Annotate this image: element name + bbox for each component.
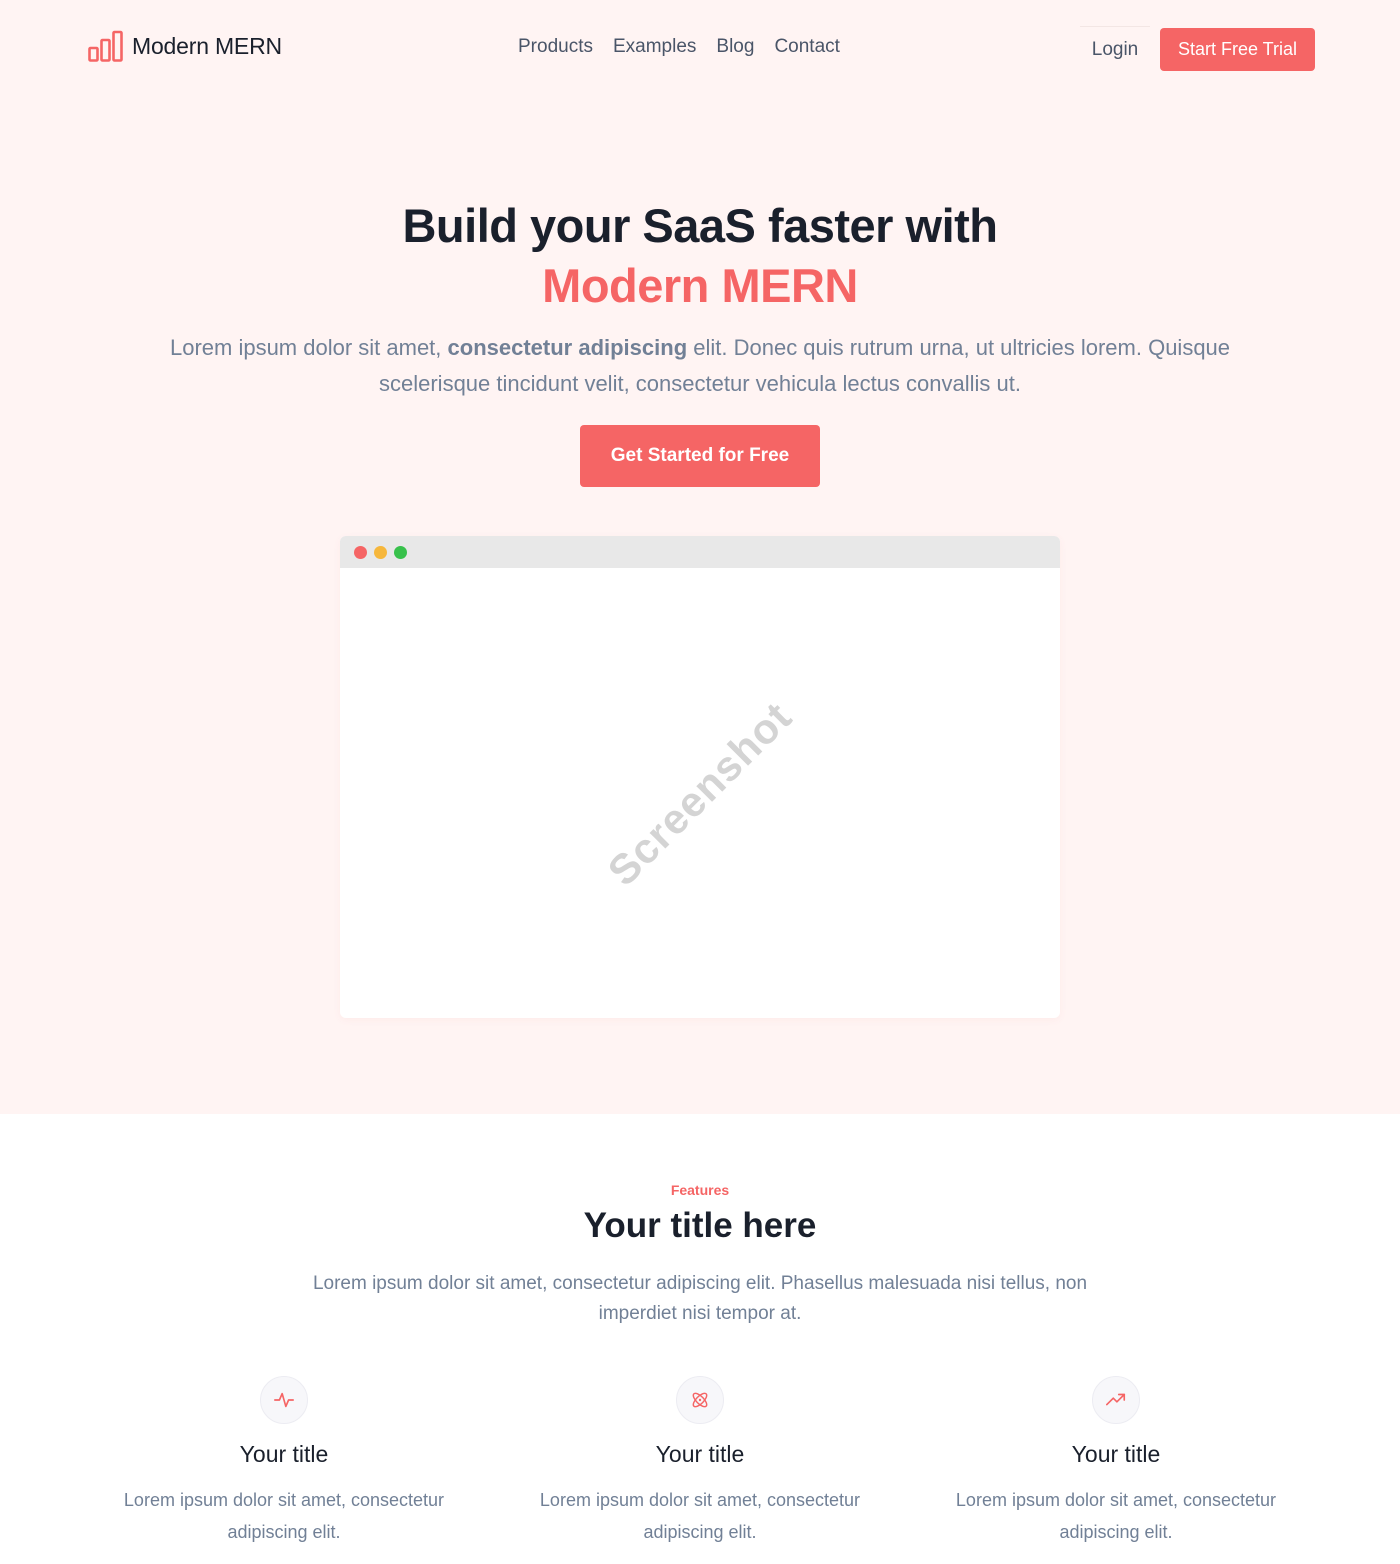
feature-text: Lorem ipsum dolor sit amet, consectetur … [539, 1490, 861, 1542]
product-screenshot-frame: Screenshot [340, 536, 1060, 1018]
nav-link-blog[interactable]: Blog [706, 36, 764, 58]
features-section: Features Your title here Lorem ipsum dol… [0, 1114, 1400, 1564]
feature-text: Lorem ipsum dolor sit amet, consectetur … [123, 1490, 445, 1542]
navbar: Modern MERN Products Examples Blog Conta… [0, 0, 1400, 100]
nav-link-products[interactable]: Products [508, 36, 603, 58]
screenshot-watermark: Screenshot [598, 692, 801, 895]
features-title: Your title here [583, 1206, 817, 1245]
hero-subtitle: Lorem ipsum dolor sit amet, consectetur … [150, 330, 1250, 402]
hero-title: Build your SaaS faster with Modern MERN [0, 196, 1400, 316]
feature-title: Your title [655, 1441, 745, 1467]
window-minimize-dot [374, 545, 387, 559]
features-eyebrow: Features [670, 1182, 730, 1198]
nav-link-examples[interactable]: Examples [603, 36, 706, 58]
atom-icon [676, 1376, 724, 1424]
login-link[interactable]: Login [1080, 26, 1150, 72]
feature-title: Your title [239, 1441, 329, 1467]
brand-logo-link[interactable]: Modern MERN [88, 30, 282, 62]
feature-item: Your title Lorem ipsum dolor sit amet, c… [500, 1376, 900, 1548]
hero-sub-bold: consectetur adipiscing [447, 335, 688, 360]
bar-chart-icon [88, 30, 123, 62]
feature-item: Your title Lorem ipsum dolor sit amet, c… [84, 1376, 484, 1548]
activity-icon [260, 1376, 308, 1424]
nav-link-contact[interactable]: Contact [764, 36, 849, 58]
feature-title: Your title [1071, 1441, 1161, 1467]
start-free-trial-button[interactable]: Start Free Trial [1160, 28, 1315, 71]
brand-name: Modern MERN [132, 32, 282, 59]
feature-text: Lorem ipsum dolor sit amet, consectetur … [955, 1490, 1277, 1542]
window-maximize-dot [394, 545, 407, 559]
trending-up-icon [1092, 1376, 1140, 1424]
window-close-dot [354, 545, 367, 559]
hero-sub-text-1: Lorem ipsum dolor sit amet, [169, 335, 448, 360]
feature-item: Your title Lorem ipsum dolor sit amet, c… [916, 1376, 1316, 1548]
get-started-button[interactable]: Get Started for Free [580, 425, 820, 487]
browser-title-bar [340, 536, 1060, 568]
hero-title-accent: Modern MERN [542, 259, 858, 312]
hero-title-line: Build your SaaS faster with [402, 199, 998, 252]
hero-section: Modern MERN Products Examples Blog Conta… [0, 0, 1400, 1114]
features-description: Lorem ipsum dolor sit amet, consectetur … [312, 1273, 1088, 1324]
nav-links: Products Examples Blog Contact [508, 36, 850, 58]
